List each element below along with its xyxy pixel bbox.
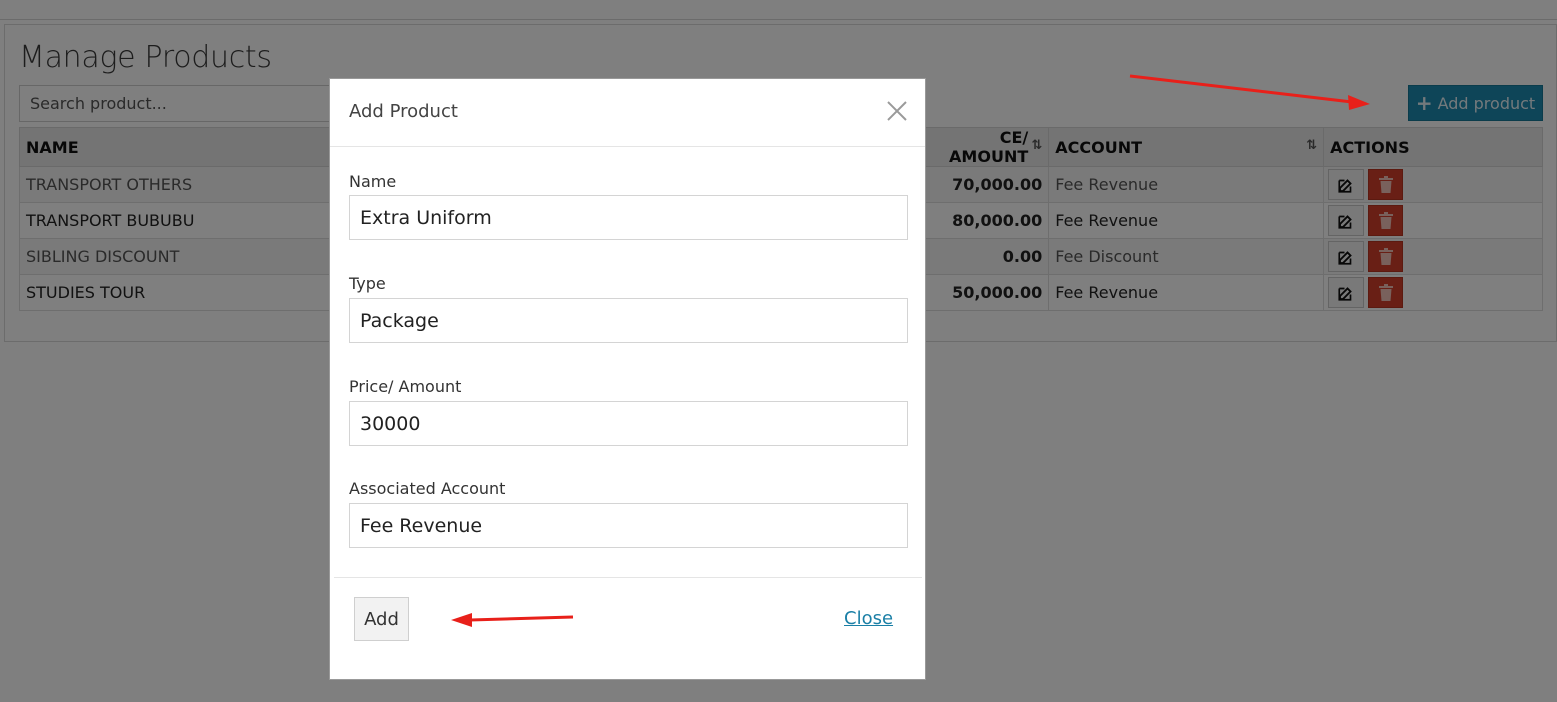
account-label: Associated Account: [349, 479, 506, 498]
modal-footer-divider: [334, 577, 922, 578]
name-field[interactable]: [349, 195, 908, 240]
account-field[interactable]: [349, 503, 908, 548]
modal-header: Add Product: [330, 79, 925, 147]
price-field[interactable]: [349, 401, 908, 446]
type-label: Type: [349, 274, 386, 293]
add-product-modal: Add Product Name Type Price/ Amount Asso…: [329, 78, 926, 680]
price-label: Price/ Amount: [349, 377, 462, 396]
add-button[interactable]: Add: [354, 597, 409, 641]
close-link[interactable]: Close: [844, 608, 893, 629]
close-icon[interactable]: [885, 99, 909, 123]
modal-title: Add Product: [349, 101, 458, 122]
type-field[interactable]: [349, 298, 908, 343]
name-label: Name: [349, 172, 397, 191]
